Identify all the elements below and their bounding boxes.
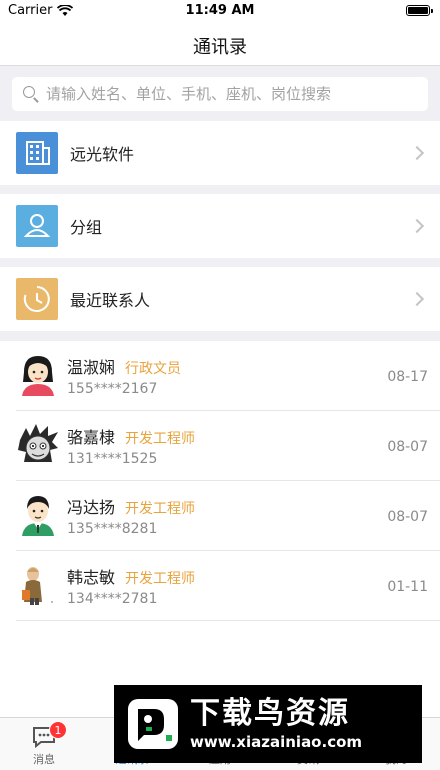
search-box[interactable] xyxy=(12,77,428,111)
contact-role: 开发工程师 xyxy=(125,501,196,517)
contact-role: 行政文员 xyxy=(125,361,182,377)
menu-label-group: 分组 xyxy=(70,218,103,237)
contact-list: 温淑娴 行政文员 155****2167 08-17 骆嘉棣 开发工程师 131**… xyxy=(0,341,440,717)
watermark-banner: 下载鸟资源 www.xiazainiao.com xyxy=(114,685,422,763)
bird-logo-icon xyxy=(124,695,182,753)
tab-label: 消息 xyxy=(33,753,55,766)
photo-avatar-icon xyxy=(16,562,60,606)
unread-badge: 1 xyxy=(49,721,67,739)
contact-row[interactable]: 冯达扬 开发工程师 135****8281 08-07 xyxy=(0,481,440,551)
contact-date: 08-07 xyxy=(387,509,428,525)
battery-icon xyxy=(406,5,433,16)
chevron-right-icon xyxy=(409,145,425,161)
search-icon xyxy=(22,85,40,103)
menu-row-group[interactable]: 分组 xyxy=(0,194,440,258)
menu-row-recent[interactable]: 最近联系人 xyxy=(0,267,440,331)
male-avatar-icon xyxy=(16,492,60,536)
menu-row-company[interactable]: 远光软件 xyxy=(0,121,440,185)
contact-row[interactable]: 骆嘉棣 开发工程师 131****1525 08-07 xyxy=(0,411,440,481)
menu-label-company: 远光软件 xyxy=(70,145,135,164)
contact-name: 温淑娴 行政文员 xyxy=(67,354,181,378)
contact-phone: 155****2167 xyxy=(67,381,158,397)
building-icon xyxy=(16,132,58,174)
cartoon-avatar-icon xyxy=(16,422,60,466)
contact-date: 01-11 xyxy=(387,579,428,595)
group-icon xyxy=(16,205,58,247)
contact-date: 08-07 xyxy=(387,439,428,455)
contact-row[interactable]: 温淑娴 行政文员 155****2167 08-17 xyxy=(0,341,440,411)
clock-icon xyxy=(16,278,58,320)
nav-bar: 通讯录 xyxy=(0,22,440,66)
divider xyxy=(16,620,440,621)
status-time: 11:49 AM xyxy=(185,3,255,18)
watermark-title: 下载鸟资源 xyxy=(190,696,350,731)
contact-phone: 134****2781 xyxy=(67,591,158,607)
contact-name: 骆嘉棣 开发工程师 xyxy=(67,424,195,448)
contact-name-text: 骆嘉棣 xyxy=(67,428,116,447)
contact-name: 冯达扬 开发工程师 xyxy=(67,494,195,518)
contact-name: 韩志敏 开发工程师 xyxy=(67,564,195,588)
watermark-url: www.xiazainiao.com xyxy=(190,733,363,751)
contact-role: 开发工程师 xyxy=(125,431,196,447)
contact-role: 开发工程师 xyxy=(125,571,196,587)
menu-label-recent: 最近联系人 xyxy=(70,291,151,310)
tab-messages[interactable]: 1 消息 xyxy=(0,718,88,770)
contact-phone: 135****8281 xyxy=(67,521,158,537)
watermark-text: 下载鸟资源 www.xiazainiao.com xyxy=(190,696,362,752)
contact-name-text: 冯达扬 xyxy=(67,498,116,517)
status-bar: Carrier 11:49 AM xyxy=(0,0,440,22)
contact-date: 08-17 xyxy=(387,369,428,385)
chevron-right-icon xyxy=(409,291,425,307)
search-bar xyxy=(0,67,440,121)
contact-row[interactable]: 韩志敏 开发工程师 134****2781 01-11 xyxy=(0,551,440,621)
contact-name-text: 韩志敏 xyxy=(67,568,116,587)
contact-name-text: 温淑娴 xyxy=(67,358,116,377)
chevron-right-icon xyxy=(409,218,425,234)
search-input[interactable] xyxy=(46,85,416,103)
female-avatar-icon xyxy=(16,352,60,396)
page-title: 通讯录 xyxy=(193,37,247,58)
contact-phone: 131****1525 xyxy=(67,451,158,467)
